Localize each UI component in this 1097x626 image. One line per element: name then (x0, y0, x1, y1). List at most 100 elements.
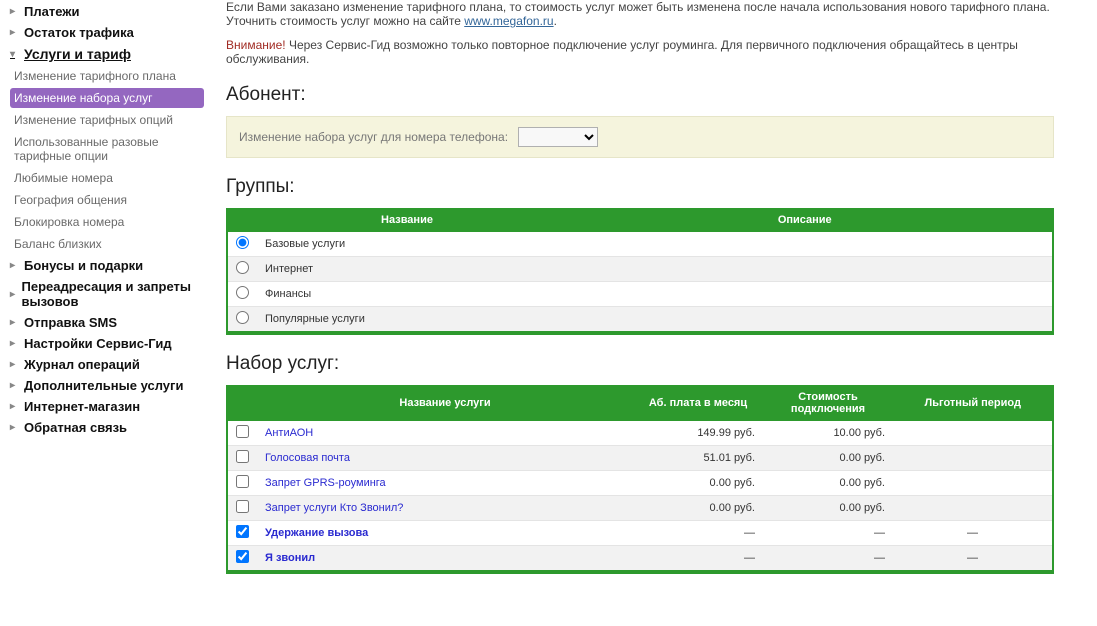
chevron-right-icon: ▸ (10, 380, 22, 391)
sidebar-sub-item[interactable]: Любимые номера (10, 168, 204, 188)
service-name-link[interactable]: Запрет услуги Кто Звонил? (265, 502, 403, 514)
service-fee: 149.99 руб. (633, 421, 763, 446)
group-name: Интернет (257, 257, 557, 282)
warning-text: Через Сервис-Гид возможно только повторн… (226, 38, 1018, 66)
sidebar-item[interactable]: ▾Услуги и тариф (10, 44, 204, 64)
sidebar-sub-item[interactable]: Баланс близких (10, 234, 204, 254)
sidebar-sub-item[interactable]: Изменение тарифного плана (10, 66, 204, 86)
sidebar-sub-item[interactable]: Изменение тарифных опций (10, 110, 204, 130)
sidebar-item-label: Остаток трафика (24, 25, 134, 40)
sidebar-item[interactable]: ▸Переадресация и запреты вызовов (10, 277, 204, 311)
chevron-down-icon: ▾ (10, 49, 22, 60)
sidebar-item[interactable]: ▸Платежи (10, 2, 204, 21)
chevron-right-icon: ▸ (10, 422, 22, 433)
sidebar-item[interactable]: ▸Отправка SMS (10, 313, 204, 332)
intro-line1: Если Вами заказано изменение тарифного п… (226, 0, 1054, 14)
service-fee: 51.01 руб. (633, 446, 763, 471)
intro-line2: Уточнить стоимость услуг можно на сайте … (226, 14, 1054, 28)
sidebar-item-label: Платежи (24, 4, 79, 19)
sidebar-item[interactable]: ▸Интернет-магазин (10, 397, 204, 416)
service-checkbox[interactable] (236, 525, 249, 538)
service-name-link[interactable]: Голосовая почта (265, 452, 350, 464)
service-checkbox[interactable] (236, 500, 249, 513)
group-name: Базовые услуги (257, 232, 557, 257)
service-checkbox[interactable] (236, 475, 249, 488)
sidebar-item-label: Настройки Сервис-Гид (24, 336, 172, 351)
service-name-link[interactable]: Я звонил (265, 552, 315, 564)
table-row: Интернет (227, 257, 1053, 282)
chevron-right-icon: ▸ (10, 338, 22, 349)
chevron-right-icon: ▸ (10, 359, 22, 370)
groups-header-desc: Описание (557, 209, 1053, 232)
table-row: Запрет GPRS-роуминга 0.00 руб.0.00 руб. (227, 471, 1053, 496)
group-radio[interactable] (236, 261, 249, 274)
services-header-grace: Льготный период (893, 386, 1053, 421)
section-groups: Группы: (226, 176, 1054, 198)
sidebar-item-label: Дополнительные услуги (24, 378, 183, 393)
sidebar-item[interactable]: ▸Обратная связь (10, 418, 204, 437)
group-desc (557, 307, 1053, 334)
sidebar-sub-item[interactable]: Блокировка номера (10, 212, 204, 232)
services-header-name: Название услуги (257, 386, 633, 421)
group-radio[interactable] (236, 311, 249, 324)
service-checkbox[interactable] (236, 550, 249, 563)
sidebar-sub-item[interactable]: Изменение набора услуг (10, 88, 204, 108)
sidebar-item[interactable]: ▸Настройки Сервис-Гид (10, 334, 204, 353)
sidebar-item[interactable]: ▸Остаток трафика (10, 23, 204, 42)
table-row: Я звонил——— (227, 546, 1053, 573)
services-header-conn: Стоимость подключения (763, 386, 893, 421)
service-connection-cost: 0.00 руб. (763, 471, 893, 496)
table-row: АнтиАОН 149.99 руб.10.00 руб. (227, 421, 1053, 446)
service-connection-cost: — (763, 546, 893, 573)
chevron-right-icon: ▸ (10, 317, 22, 328)
service-connection-cost: 0.00 руб. (763, 496, 893, 521)
service-checkbox[interactable] (236, 450, 249, 463)
service-fee: — (633, 521, 763, 546)
services-header-fee: Аб. плата в месяц (633, 386, 763, 421)
table-row: Финансы (227, 282, 1053, 307)
service-connection-cost: 10.00 руб. (763, 421, 893, 446)
service-name-link[interactable]: Удержание вызова (265, 527, 368, 539)
table-row: Базовые услуги (227, 232, 1053, 257)
groups-table: Название Описание Базовые услугиИнтернет… (226, 208, 1054, 335)
sidebar-item[interactable]: ▸Дополнительные услуги (10, 376, 204, 395)
chevron-right-icon: ▸ (10, 6, 22, 17)
chevron-right-icon: ▸ (10, 289, 20, 300)
service-grace (893, 471, 1053, 496)
main-content: Если Вами заказано изменение тарифного п… (210, 0, 1080, 594)
service-name-link[interactable]: АнтиАОН (265, 427, 313, 439)
chevron-right-icon: ▸ (10, 27, 22, 38)
sidebar-item[interactable]: ▸Журнал операций (10, 355, 204, 374)
warning-label: Внимание! (226, 38, 286, 52)
service-connection-cost: — (763, 521, 893, 546)
service-grace: — (893, 546, 1053, 573)
sidebar-item[interactable]: ▸Бонусы и подарки (10, 256, 204, 275)
group-radio[interactable] (236, 286, 249, 299)
table-row: Удержание вызова——— (227, 521, 1053, 546)
sidebar-item-label: Отправка SMS (24, 315, 117, 330)
sidebar-item-label: Бонусы и подарки (24, 258, 143, 273)
sidebar-item-label: Журнал операций (24, 357, 140, 372)
service-fee: 0.00 руб. (633, 471, 763, 496)
phone-number-select[interactable] (518, 127, 598, 147)
section-subscriber: Абонент: (226, 84, 1054, 106)
service-grace (893, 496, 1053, 521)
sidebar-sub-item[interactable]: География общения (10, 190, 204, 210)
sidebar-sub-item[interactable]: Использованные разовые тарифные опции (10, 132, 204, 166)
service-name-link[interactable]: Запрет GPRS-роуминга (265, 477, 386, 489)
table-row: Голосовая почта51.01 руб.0.00 руб. (227, 446, 1053, 471)
groups-header-name: Название (257, 209, 557, 232)
sidebar-item-label: Интернет-магазин (24, 399, 140, 414)
table-row: Запрет услуги Кто Звонил?0.00 руб.0.00 р… (227, 496, 1053, 521)
service-grace (893, 421, 1053, 446)
service-checkbox[interactable] (236, 425, 249, 438)
group-radio[interactable] (236, 236, 249, 249)
group-name: Финансы (257, 282, 557, 307)
megafon-link[interactable]: www.megafon.ru (464, 14, 553, 28)
sidebar-item-label: Услуги и тариф (24, 46, 131, 62)
sidebar-item-label: Переадресация и запреты вызовов (22, 279, 204, 309)
table-row: Популярные услуги (227, 307, 1053, 334)
service-grace (893, 446, 1053, 471)
services-table: Название услуги Аб. плата в месяц Стоимо… (226, 385, 1054, 574)
group-desc (557, 282, 1053, 307)
